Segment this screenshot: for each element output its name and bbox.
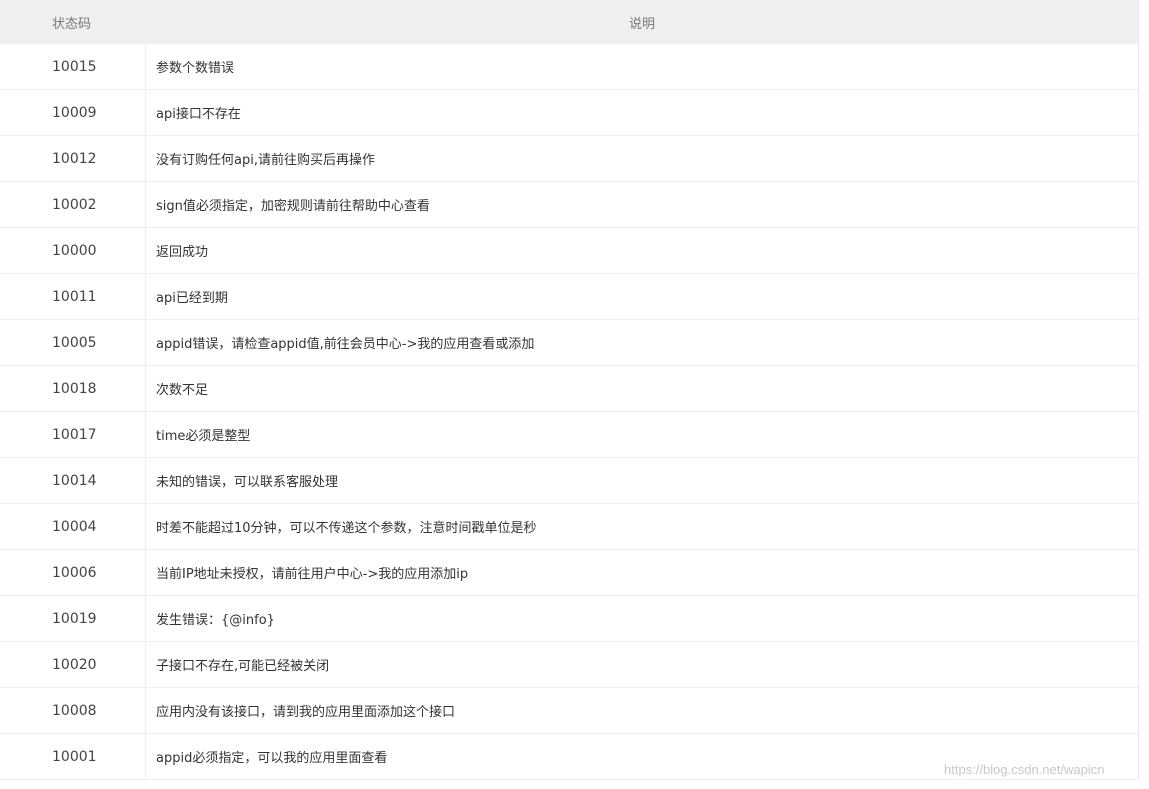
- table-row: 10011 api已经到期: [0, 274, 1138, 320]
- description-cell: 返回成功: [156, 245, 209, 260]
- status-code-cell: 10005: [0, 320, 146, 365]
- description-cell: sign值必须指定，加密规则请前往帮助中心查看: [156, 199, 430, 214]
- status-code-cell: 10011: [0, 274, 146, 319]
- status-code-cell: 10017: [0, 412, 146, 457]
- table-row: 10019 发生错误：{@info}: [0, 596, 1138, 642]
- status-code-cell: 10008: [0, 688, 146, 733]
- table-row: 10017 time必须是整型: [0, 412, 1138, 458]
- description-cell: time必须是整型: [156, 429, 251, 444]
- description-cell: 时差不能超过10分钟，可以不传递这个参数，注意时间戳单位是秒: [156, 521, 537, 536]
- status-code-cell: 10018: [0, 366, 146, 411]
- description-cell: api已经到期: [156, 291, 228, 306]
- status-code-cell: 10012: [0, 136, 146, 181]
- description-cell: 子接口不存在,可能已经被关闭: [156, 659, 330, 674]
- status-code-cell: 10014: [0, 458, 146, 503]
- table-row: 10009 api接口不存在: [0, 90, 1138, 136]
- status-code-cell: 10019: [0, 596, 146, 641]
- table-row: 10000 返回成功: [0, 228, 1138, 274]
- status-code-cell: 10004: [0, 504, 146, 549]
- description-cell: 没有订购任何api,请前往购买后再操作: [156, 153, 375, 168]
- watermark: https://blog.csdn.net/wapicn: [944, 762, 1105, 777]
- header-description: 说明: [628, 16, 655, 32]
- status-code-cell: 10001: [0, 734, 146, 779]
- status-code-cell: 10002: [0, 182, 146, 227]
- table-body: 10015 参数个数错误 10009 api接口不存在 10012 没有订购任何api,请…: [0, 44, 1138, 780]
- header-status-code: 状态码: [52, 16, 92, 32]
- status-code-cell: 10000: [0, 228, 146, 273]
- table-row: 10020 子接口不存在,可能已经被关闭: [0, 642, 1138, 688]
- status-code-table: 状态码 说明 10015 参数个数错误 10009 api接口不存在 10012 没有订购…: [0, 0, 1139, 780]
- description-cell: 应用内没有该接口，请到我的应用里面添加这个接口: [156, 705, 456, 720]
- description-cell: 发生错误：{@info}: [156, 613, 275, 628]
- description-cell: appid错误，请检查appid值,前往会员中心->我的应用查看或添加: [156, 337, 535, 352]
- table-row: 10015 参数个数错误: [0, 44, 1138, 90]
- table-row: 10004 时差不能超过10分钟，可以不传递这个参数，注意时间戳单位是秒: [0, 504, 1138, 550]
- status-code-cell: 10009: [0, 90, 146, 135]
- description-cell: 参数个数错误: [156, 61, 235, 76]
- status-code-cell: 10020: [0, 642, 146, 687]
- table-row: 10002 sign值必须指定，加密规则请前往帮助中心查看: [0, 182, 1138, 228]
- table-row: 10014 未知的错误，可以联系客服处理: [0, 458, 1138, 504]
- status-code-cell: 10015: [0, 44, 146, 89]
- description-cell: 未知的错误，可以联系客服处理: [156, 475, 339, 490]
- description-cell: api接口不存在: [156, 107, 241, 122]
- table-header: 状态码 说明: [0, 0, 1138, 44]
- table-row: 10008 应用内没有该接口，请到我的应用里面添加这个接口: [0, 688, 1138, 734]
- table-row: 10006 当前IP地址未授权，请前往用户中心->我的应用添加ip: [0, 550, 1138, 596]
- description-cell: 当前IP地址未授权，请前往用户中心->我的应用添加ip: [156, 567, 469, 582]
- table-row: 10012 没有订购任何api,请前往购买后再操作: [0, 136, 1138, 182]
- table-row: 10005 appid错误，请检查appid值,前往会员中心->我的应用查看或添加: [0, 320, 1138, 366]
- description-cell: 次数不足: [156, 383, 209, 398]
- table-row: 10018 次数不足: [0, 366, 1138, 412]
- status-code-cell: 10006: [0, 550, 146, 595]
